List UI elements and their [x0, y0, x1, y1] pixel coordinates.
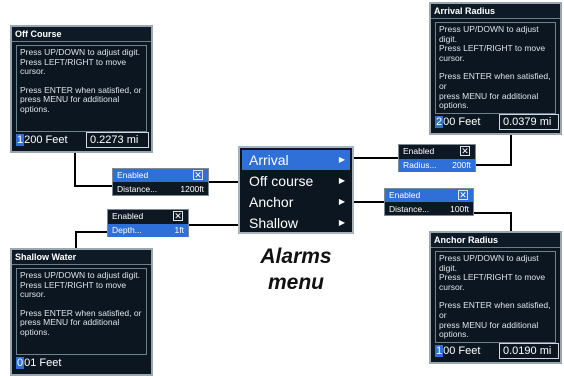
dialog-help-text: Press UP/DOWN to adjust digit. Press LEFT… [435, 22, 556, 114]
converted-value: 0.2273 mi [86, 132, 149, 148]
enabled-checkbox-icon[interactable]: ✕ [458, 190, 468, 200]
arrival-radius-dialog: Arrival Radius Press UP/DOWN to adjust d… [429, 2, 562, 135]
connector-anchor-vertical [510, 212, 512, 232]
depth-row[interactable]: Depth... 1ft [108, 224, 188, 237]
enabled-row[interactable]: Enabled ✕ [108, 210, 188, 223]
distance-value-field[interactable]: 1200 Feet [16, 132, 68, 148]
connector-menu-to-arrival [354, 157, 398, 159]
menu-item-arrival[interactable]: Arrival ▶ [242, 150, 350, 170]
depth-value-field[interactable]: 001 Feet [16, 355, 61, 371]
enabled-row[interactable]: Enabled ✕ [385, 189, 473, 202]
menu-item-anchor[interactable]: Anchor ▶ [242, 192, 350, 212]
enabled-checkbox-icon[interactable]: ✕ [173, 211, 183, 221]
radius-value-field[interactable]: 100 Feet [435, 343, 480, 359]
enabled-checkbox-icon[interactable]: ✕ [193, 170, 203, 180]
value-text: 00 Feet [443, 345, 481, 357]
distance-row[interactable]: Distance... 1200ft [113, 183, 208, 196]
connector-offcourse-horizontal [74, 185, 112, 187]
caption-line-2: menu [267, 271, 324, 294]
caption-line-1: Alarms [260, 245, 332, 268]
dialog-help-text: Press UP/DOWN to adjust digit. Press LEFT… [16, 268, 147, 355]
connector-menu-to-anchor [354, 201, 384, 203]
value-text: 200 Feet [24, 134, 68, 146]
submenu-arrow-icon: ▶ [338, 218, 345, 227]
submenu-arrow-icon: ▶ [338, 176, 345, 185]
dialog-help-text: Press UP/DOWN to adjust digit. Press LEFT… [16, 45, 147, 132]
enabled-row[interactable]: Enabled ✕ [399, 145, 475, 158]
dialog-title: Arrival Radius [431, 4, 560, 19]
connector-menu-to-shallow [189, 224, 238, 226]
radius-row[interactable]: Radius... 200ft [399, 159, 475, 172]
alarms-menu: Arrival ▶ Off course ▶ Anchor ▶ Shallow … [238, 146, 354, 234]
shallow-settings-popup: Enabled ✕ Depth... 1ft [107, 209, 189, 237]
arrival-settings-popup: Enabled ✕ Radius... 200ft [398, 144, 476, 172]
cursor-digit[interactable]: 1 [435, 345, 444, 357]
dialog-title: Shallow Water [12, 250, 151, 265]
submenu-arrow-icon: ▶ [338, 197, 345, 206]
shallow-water-dialog: Shallow Water Press UP/DOWN to adjust di… [10, 248, 153, 376]
distance-row[interactable]: Distance... 100ft [385, 203, 473, 216]
connector-anchor-horizontal [474, 212, 512, 214]
menu-item-off-course[interactable]: Off course ▶ [242, 171, 350, 191]
connector-arrival-horizontal [476, 164, 512, 166]
connector-shallow-horizontal [75, 231, 107, 233]
dialog-help-text: Press UP/DOWN to adjust digit. Press LEFT… [435, 251, 556, 343]
cursor-digit[interactable]: 1 [16, 134, 25, 146]
cursor-digit[interactable]: 2 [435, 116, 444, 128]
connector-menu-to-offcourse [209, 181, 238, 183]
anchor-radius-dialog: Anchor Radius Press UP/DOWN to adjust di… [429, 231, 562, 364]
anchor-settings-popup: Enabled ✕ Distance... 100ft [384, 188, 474, 216]
value-text: 00 Feet [443, 116, 481, 128]
converted-value: 0.0379 mi [499, 114, 559, 130]
enabled-row[interactable]: Enabled ✕ [113, 169, 208, 182]
submenu-arrow-icon: ▶ [338, 155, 345, 164]
dialog-title: Off Course [12, 27, 151, 42]
enabled-checkbox-icon[interactable]: ✕ [460, 146, 470, 156]
value-text: 01 Feet [24, 357, 62, 369]
converted-value: 0.0190 mi [499, 343, 559, 359]
radius-value-field[interactable]: 200 Feet [435, 114, 480, 130]
connector-arrival-vertical [510, 135, 512, 166]
cursor-digit[interactable]: 0 [16, 357, 25, 369]
off-course-settings-popup: Enabled ✕ Distance... 1200ft [112, 168, 209, 196]
dialog-title: Anchor Radius [431, 233, 560, 248]
connector-offcourse-vertical [74, 152, 76, 187]
off-course-dialog: Off Course Press UP/DOWN to adjust digit… [10, 25, 153, 153]
menu-item-shallow[interactable]: Shallow ▶ [242, 213, 350, 233]
